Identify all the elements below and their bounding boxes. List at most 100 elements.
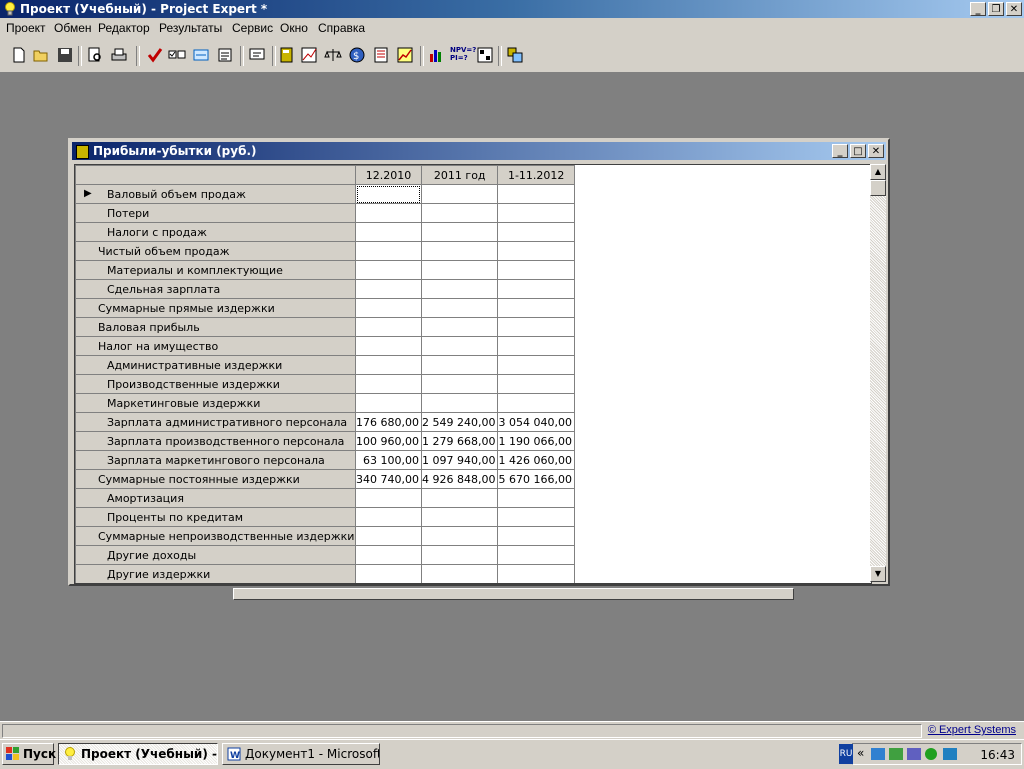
table-row[interactable]: Материалы и комплектующие [75,260,575,280]
value-cell[interactable] [355,564,422,583]
menu-exchange[interactable]: Обмен [54,21,92,35]
value-cell[interactable] [497,526,575,546]
value-cell[interactable] [497,374,575,394]
table-row[interactable]: Производственные издержки [75,374,575,394]
table-row[interactable]: Маркетинговые издержки [75,393,575,413]
checklist-icon[interactable] [168,46,186,64]
bar-chart-icon[interactable] [428,46,446,64]
row-header[interactable]: Амортизация [75,488,356,508]
value-cell[interactable] [497,393,575,413]
value-cell[interactable]: 1 097 940,00 [420,450,499,470]
value-cell[interactable] [420,222,499,242]
value-cell[interactable] [497,317,575,337]
table-row[interactable]: Административные издержки [75,355,575,375]
row-header[interactable]: Другие доходы [75,545,356,565]
row-header[interactable]: Другие издержки [75,564,356,583]
task-word-document[interactable]: W Документ1 - Microsoft ... [222,743,380,765]
start-button[interactable]: Пуск [2,743,56,765]
value-cell[interactable] [497,184,575,204]
column-header[interactable]: 12.2010 [355,165,422,185]
check-icon[interactable] [146,46,164,64]
value-cell[interactable] [420,279,499,299]
value-cell[interactable] [420,545,499,565]
value-cell[interactable] [420,336,499,356]
column-header[interactable]: 1-11.2012 [497,165,575,185]
balance-icon[interactable] [324,46,342,64]
row-header[interactable]: Суммарные постоянные издержки [75,469,356,489]
table-row[interactable]: Другие издержки [75,564,575,583]
scroll-down-arrow-icon[interactable]: ▼ [870,566,886,582]
status-icon[interactable] [925,748,937,760]
analysis-icon[interactable] [476,46,494,64]
table-row[interactable]: Суммарные постоянные издержки 340 740,00 4… [75,469,575,489]
minimize-button[interactable]: _ [970,2,986,16]
value-cell[interactable] [497,507,575,527]
value-cell[interactable] [420,203,499,223]
value-cell[interactable]: 176 680,00 [355,412,422,432]
row-header[interactable]: ▶ Валовый объем продаж [75,184,356,204]
value-cell[interactable] [497,564,575,583]
value-cell[interactable] [420,507,499,527]
value-cell[interactable] [355,298,422,318]
menu-service[interactable]: Сервис [232,21,273,35]
row-header[interactable]: Налог на имущество [75,336,356,356]
table-row[interactable]: Проценты по кредитам [75,507,575,527]
menu-window[interactable]: Окно [280,21,308,35]
exchange-icon[interactable] [192,46,210,64]
npv-pi-icon[interactable]: NPV=? PI=? [450,46,476,64]
doc-close-button[interactable]: ✕ [868,144,884,158]
network-icon[interactable] [871,748,885,760]
value-cell[interactable] [497,298,575,318]
horizontal-scrollbar[interactable] [233,588,794,600]
sync-icon[interactable] [907,748,921,760]
task-project-expert[interactable]: Проект (Учебный) - ... [58,743,218,765]
value-cell[interactable] [355,545,422,565]
row-header[interactable]: Суммарные непроизводственные издержки [75,526,356,546]
row-header[interactable]: Производственные издержки [75,374,356,394]
value-cell[interactable] [497,241,575,261]
expert-systems-link[interactable]: © Expert Systems [928,724,1016,736]
row-header[interactable]: Налоги с продаж [75,222,356,242]
value-cell[interactable] [420,184,499,204]
value-cell[interactable] [355,374,422,394]
table-row[interactable]: Зарплата производственного персонала 100 … [75,431,575,451]
value-cell[interactable] [420,488,499,508]
value-cell[interactable] [355,222,422,242]
book-icon[interactable] [278,46,296,64]
value-cell[interactable] [420,260,499,280]
table-row[interactable]: Налоги с продаж [75,222,575,242]
table-row[interactable]: Другие доходы [75,545,575,565]
calculate-icon[interactable]: $ [348,46,366,64]
row-header[interactable]: Валовая прибыль [75,317,356,337]
row-header[interactable]: Зарплата производственного персонала [75,431,356,451]
table-row[interactable]: Суммарные прямые издержки [75,298,575,318]
menu-editor[interactable]: Редактор [98,21,150,35]
value-cell[interactable] [497,203,575,223]
vertical-scrollbar[interactable]: ▲ ▼ [870,164,886,582]
table-row[interactable]: ▶ Валовый объем продаж [75,184,575,204]
value-cell[interactable] [355,507,422,527]
value-cell[interactable]: 340 740,00 [355,469,422,489]
value-cell[interactable] [420,374,499,394]
table-row[interactable]: Валовая прибыль [75,317,575,337]
value-cell[interactable]: 1 426 060,00 [497,450,575,470]
value-cell[interactable]: 100 960,00 [355,431,422,451]
language-indicator[interactable]: RU [839,744,853,764]
value-cell[interactable] [420,526,499,546]
scroll-thumb[interactable] [870,180,886,196]
value-cell[interactable] [497,260,575,280]
chart-icon[interactable] [396,46,414,64]
save-icon[interactable] [56,46,74,64]
value-cell[interactable] [420,564,499,583]
value-cell[interactable] [420,355,499,375]
value-cell[interactable]: 4 926 848,00 [420,469,499,489]
restore-button[interactable]: ❐ [988,2,1004,16]
monitor-icon[interactable] [943,748,957,760]
table-row[interactable]: Потери [75,203,575,223]
value-cell[interactable]: 1 279 668,00 [420,431,499,451]
value-cell[interactable] [497,355,575,375]
value-cell[interactable] [355,393,422,413]
value-cell[interactable]: 63 100,00 [355,450,422,470]
new-icon[interactable] [10,46,28,64]
scroll-up-arrow-icon[interactable]: ▲ [870,164,886,180]
